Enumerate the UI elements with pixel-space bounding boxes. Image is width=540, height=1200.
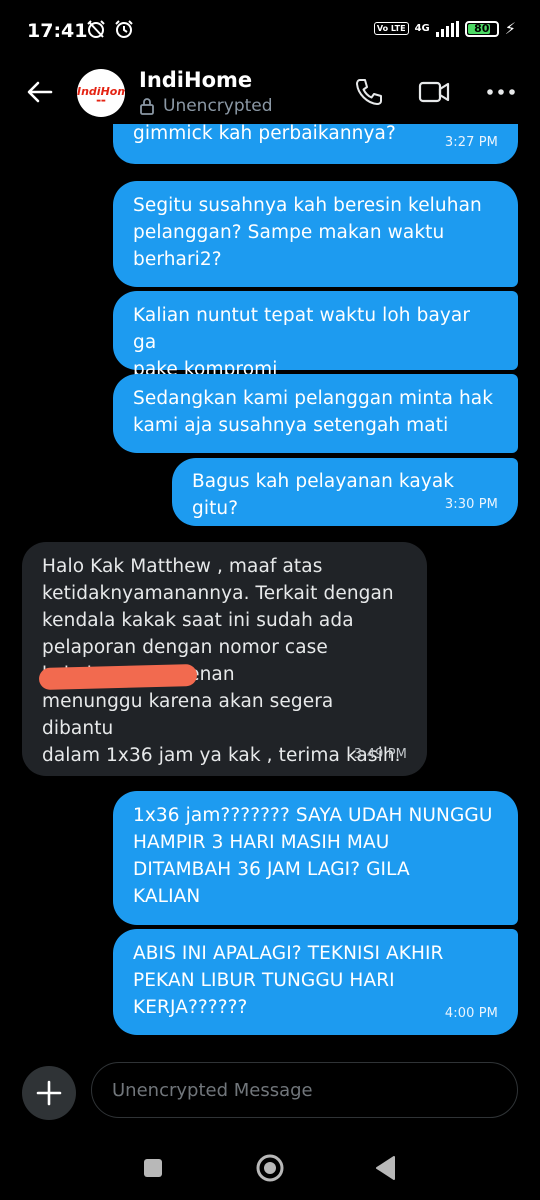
message-time: 4:00 PM <box>444 1006 498 1021</box>
message-text: Segitu susahnya kah beresin keluhan pela… <box>133 195 482 270</box>
message-text: Halo Kak Matthew , maaf atas ketidaknyam… <box>42 556 401 766</box>
home-circle-icon <box>256 1154 284 1182</box>
more-options-button[interactable] <box>483 74 519 110</box>
message-text: 1x36 jam??????? SAYA UDAH NUNGGU HAMPIR … <box>133 805 493 907</box>
message-text: Sedangkan kami pelanggan minta hak kami … <box>133 388 494 436</box>
status-notification-icons <box>85 18 135 40</box>
more-icon <box>487 89 515 95</box>
charging-icon: ⚡ <box>504 19 516 38</box>
battery-percent: 80 <box>474 21 490 35</box>
volte-badge: Vo LTE <box>373 22 409 35</box>
message-bubble-outgoing[interactable]: Kalian nuntut tepat waktu loh bayar ga p… <box>113 291 518 380</box>
call-button[interactable] <box>351 74 387 110</box>
message-time: 3:27 PM <box>444 135 498 150</box>
message-list[interactable]: gimmick kah perbaikannya? 3:27 PM Segitu… <box>0 124 540 1046</box>
video-call-button[interactable] <box>416 74 452 110</box>
add-attachment-button[interactable] <box>22 1066 76 1120</box>
recent-apps-button[interactable] <box>133 1148 173 1188</box>
status-system-icons: Vo LTE 4G 80 ⚡ <box>373 19 516 38</box>
lock-icon <box>140 98 154 115</box>
back-arrow-icon <box>27 81 53 103</box>
message-text: ABIS INI APALAGI? TEKNISI AKHIR PEKAN LI… <box>133 943 444 1018</box>
conversation-header: IndiHome ▬▬ IndiHome Unencrypted <box>0 62 540 124</box>
message-bubble-incoming[interactable]: Halo Kak Matthew , maaf atas ketidaknyam… <box>22 542 427 776</box>
alarm-off-icon <box>87 20 105 38</box>
redaction-mark <box>38 663 198 691</box>
message-bubble-outgoing[interactable]: Sedangkan kami pelanggan minta hak kami … <box>113 374 518 453</box>
signal-icon <box>435 20 459 37</box>
system-navigation-bar <box>0 1136 540 1200</box>
back-nav-button[interactable] <box>366 1148 406 1188</box>
message-time: 3:49 PM <box>353 747 407 762</box>
video-icon <box>418 81 450 103</box>
contact-name[interactable]: IndiHome <box>139 68 252 92</box>
phone-icon <box>356 79 382 105</box>
message-bubble-outgoing[interactable]: 1x36 jam??????? SAYA UDAH NUNGGU HAMPIR … <box>113 791 518 925</box>
avatar[interactable]: IndiHome ▬▬ <box>77 69 125 117</box>
message-composer <box>0 1062 540 1122</box>
message-input[interactable] <box>91 1062 518 1118</box>
encryption-label: Unencrypted <box>163 96 273 116</box>
back-button[interactable] <box>22 74 58 110</box>
encryption-status: Unencrypted <box>139 96 273 116</box>
message-bubble-outgoing[interactable]: gimmick kah perbaikannya? 3:27 PM <box>113 124 518 164</box>
message-time: 3:30 PM <box>444 497 498 512</box>
status-time: 17:41 <box>27 20 88 42</box>
message-text: Kalian nuntut tepat waktu loh bayar ga p… <box>133 305 471 380</box>
avatar-logo: IndiHome <box>77 85 125 98</box>
message-text: gimmick kah perbaikannya? <box>133 124 396 144</box>
triangle-back-icon <box>376 1156 395 1180</box>
network-type: 4G <box>414 23 430 34</box>
message-bubble-outgoing[interactable]: Bagus kah pelayanan kayak gitu? 3:30 PM <box>172 458 518 526</box>
message-bubble-outgoing[interactable]: ABIS INI APALAGI? TEKNISI AKHIR PEKAN LI… <box>113 929 518 1035</box>
status-bar: 17:41 Vo LTE 4G 80 ⚡ <box>0 0 540 62</box>
alarm-clock-icon <box>115 20 133 38</box>
battery-icon: 80 <box>464 20 499 37</box>
plus-icon <box>36 1080 62 1106</box>
message-bubble-outgoing[interactable]: Segitu susahnya kah beresin keluhan pela… <box>113 181 518 287</box>
square-icon <box>144 1159 162 1177</box>
home-button[interactable] <box>250 1148 290 1188</box>
avatar-logo-mark: ▬▬ <box>96 98 106 104</box>
